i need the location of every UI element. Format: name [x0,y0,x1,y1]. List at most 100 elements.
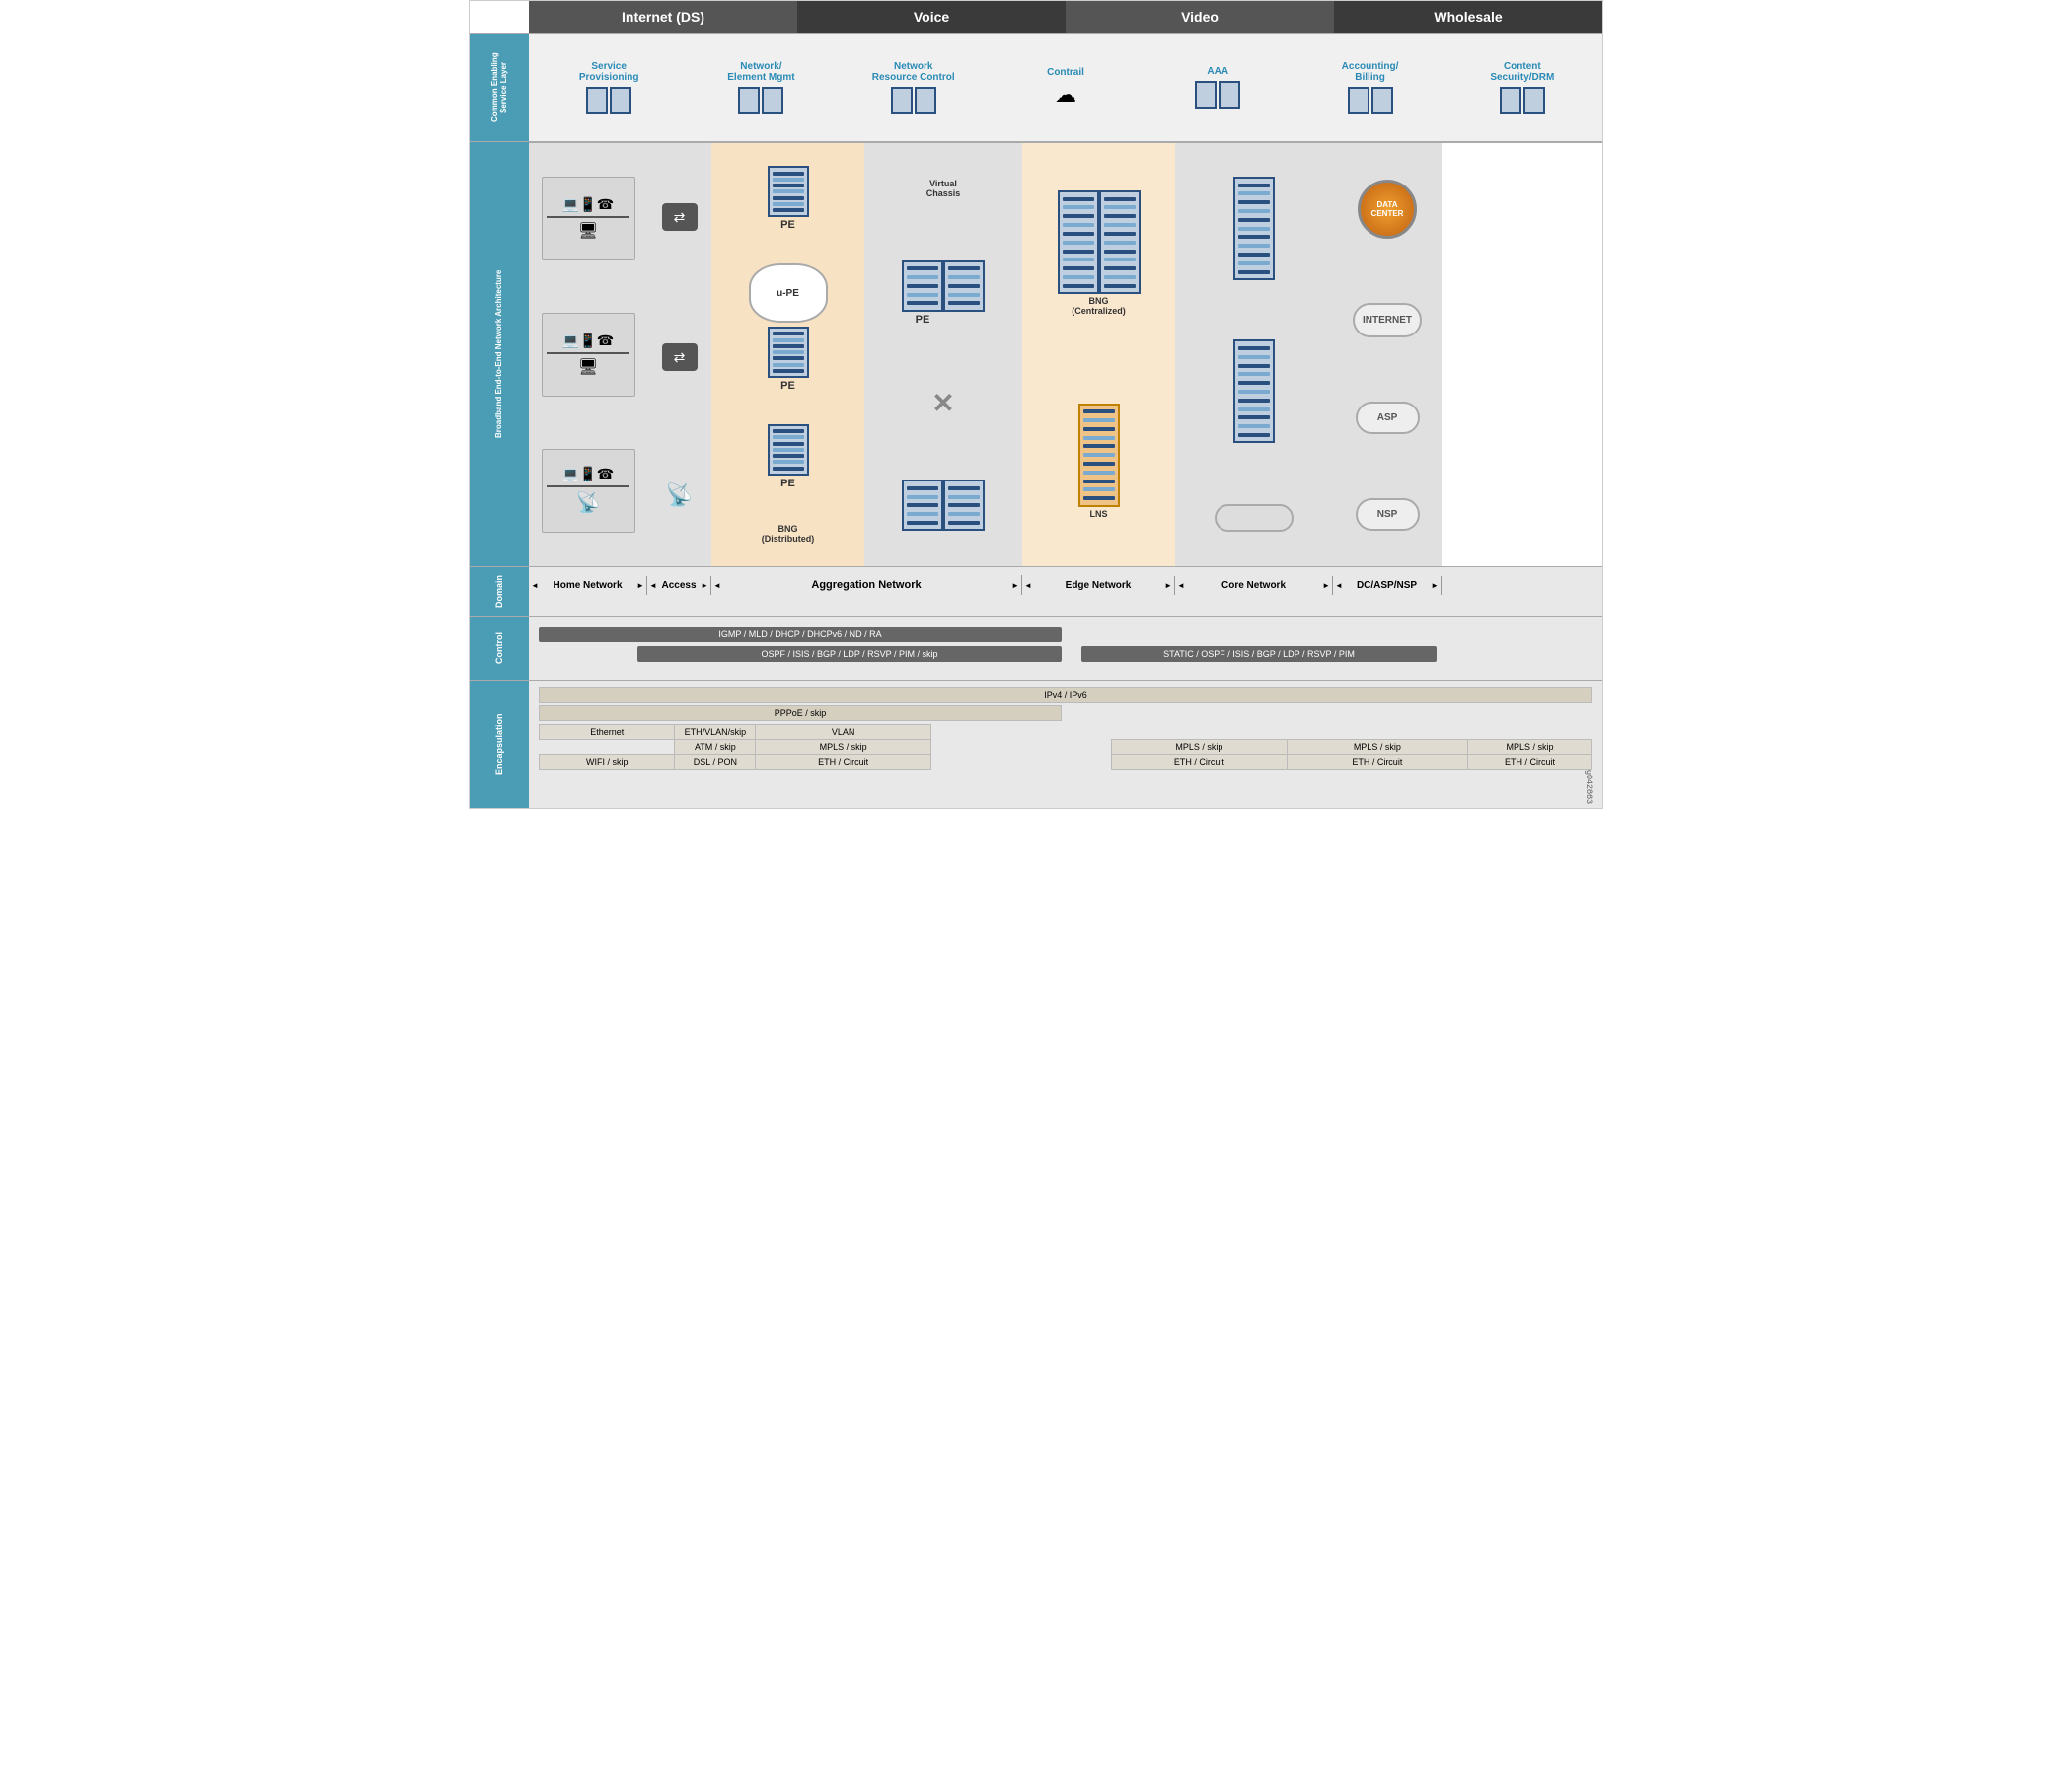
vc-pe-col: Virtual Chassis PE [864,143,1022,566]
cesl-network-element-mgmt: Network/ Element Mgmt [685,61,837,114]
bng-centralized-label: BNG (Centralized) [1072,296,1126,316]
access-switch-2: ⇄ [660,341,700,373]
cesl-nem-label: Network/ Element Mgmt [685,61,837,83]
domain-edge: ◄ Edge Network ► [1022,576,1175,595]
cesl-contrail-label: Contrail [990,67,1142,78]
agg-rack-1 [768,166,809,217]
encap-atm: ATM / skip [675,740,756,755]
header-voice: Voice [797,1,1066,33]
vc-rack-2 [943,260,985,312]
dc-col: DATA CENTER INTERNET ASP NSP [1333,143,1442,566]
vc-label: Virtual Chassis [926,179,961,198]
agg-rack-3 [768,424,809,476]
pppoe-bar: PPPoE / skip [539,705,1062,721]
core-cloud [1215,504,1294,532]
x-cross-icon: ✕ [931,390,954,417]
top-header: Internet (DS) Voice Video Wholesale [529,1,1602,33]
pe-label-3: PE [780,478,795,489]
domain-access: ◄ Access ► [647,576,711,595]
nsp-cloud: NSP [1356,498,1420,531]
encap-mpls-core: MPLS / skip [1287,740,1467,755]
edge-bng-rack-1 [1058,190,1099,294]
domain-label: Domain [470,567,529,616]
lns-group: LNS [1078,404,1120,519]
header-wholesale: Wholesale [1334,1,1602,33]
internet-cloud: INTERNET [1353,303,1422,337]
encap-row-2: ATM / skip MPLS / skip MPLS / skip MPLS … [540,740,1592,755]
encap-row-1: Ethernet ETH/VLAN/skip VLAN [540,725,1592,740]
cesl-row: Common EnablingService Layer Service Pro… [470,33,1602,141]
bng-distributed-label: BNG (Distributed) [762,524,815,544]
domain-segments: ◄ Home Network ► ◄ Access ► ◄ Aggreg [529,575,1602,595]
cesl-aaa: AAA [1142,66,1294,109]
cesl-content: Service Provisioning Network/ Element Mg… [529,34,1602,141]
figure-number: g042863 [1585,770,1594,804]
header-internet: Internet (DS) [529,1,797,33]
encap-mpls-dc: MPLS / skip [1467,740,1591,755]
access-dish: 📡 [666,482,693,508]
domain-dc: ◄ DC/ASP/NSP ► [1333,576,1442,595]
vc-servers-2 [902,480,985,531]
main-container: Internet (DS) Voice Video Wholesale Comm… [469,0,1603,809]
u-pe-label: u-PE [777,288,799,299]
agg-rack-2 [768,327,809,378]
vc-rack-3 [902,480,943,531]
u-pe-cloud: u-PE [749,263,828,323]
cesl-content-security: Content Security/DRM [1446,61,1598,114]
asp-cloud: ASP [1356,402,1420,434]
agg-pe-top: PE [768,166,809,233]
broadband-row: Broadband End-to-End Network Architectur… [470,141,1602,566]
encap-mpls-edge: MPLS / skip [1112,740,1288,755]
encap-vlan: VLAN [756,725,931,740]
cesl-cs-label: Content Security/DRM [1446,61,1598,83]
cesl-aaa-label: AAA [1142,66,1294,77]
aggregation-col: PE u-PE PE [711,143,864,566]
cesl-network-resource-control: Network Resource Control [838,61,990,114]
cesl-sp-label: Service Provisioning [533,61,685,83]
encap-eth-circuit-core: ETH / Circuit [1287,755,1467,770]
vc-rack-4 [943,480,985,531]
cesl-accounting-billing: Accounting/ Billing [1294,61,1445,114]
domain-content: ◄ Home Network ► ◄ Access ► ◄ Aggreg [529,567,1602,616]
access-col: ⇄ ⇄ 📡 [647,143,711,566]
control-row: Control IGMP / MLD / DHCP / DHCPv6 / ND … [470,616,1602,680]
u-pe-group: u-PE PE [749,263,828,394]
core-group-1 [1233,177,1275,280]
encapsulation-label: Encapsulation [470,681,529,808]
domain-row: Domain ◄ Home Network ► ◄ Access ► [470,566,1602,616]
control-bar-2: OSPF / ISIS / BGP / LDP / RSVP / PIM / s… [637,646,1062,662]
cesl-nrc-label: Network Resource Control [838,61,990,83]
encap-table: Ethernet ETH/VLAN/skip VLAN ATM / skip M… [539,724,1592,770]
pe-label-1: PE [780,219,795,231]
cesl-label: Common EnablingService Layer [470,34,529,141]
data-center-icon: DATA CENTER [1358,180,1417,239]
vc-servers: PE [902,260,985,328]
pe-label-2: PE [780,380,795,392]
broadband-content: 💻 📱 ☎ 🖥 💻 📱 ☎ 🖥 [529,142,1602,566]
edge-bng-group: BNG (Centralized) [1058,190,1141,316]
encap-eth-circuit-dc: ETH / Circuit [1467,755,1591,770]
access-switch-1: ⇄ [660,201,700,233]
control-bar-3: STATIC / OSPF / ISIS / BGP / LDP / RSVP … [1081,646,1437,662]
edge-col: BNG (Centralized) LNS [1022,143,1175,566]
core-rack-1 [1233,177,1275,280]
encap-eth-circuit-agg: ETH / Circuit [756,755,931,770]
broadband-label: Broadband End-to-End Network Architectur… [470,142,529,566]
encap-eth-vlan: ETH/VLAN/skip [675,725,756,740]
encap-mpls-agg: MPLS / skip [756,740,931,755]
control-label: Control [470,617,529,680]
home-device-1: 💻 📱 ☎ 🖥 [542,177,635,260]
encap-ethernet: Ethernet [540,725,675,740]
agg-pe-bottom: PE [768,424,809,491]
home-device-3: 💻 📱 ☎ 📡 [542,449,635,533]
vc-label-box: Virtual Chassis [926,179,961,198]
domain-core: ◄ Core Network ► [1175,576,1333,595]
encapsulation-content: IPv4 / IPv6 PPPoE / skip Ethernet ETH/VL… [529,681,1602,808]
header-video: Video [1066,1,1334,33]
encapsulation-row: Encapsulation IPv4 / IPv6 PPPoE / skip E… [470,680,1602,808]
home-device-2: 💻 📱 ☎ 🖥 [542,313,635,397]
core-group-2 [1233,339,1275,443]
encap-wifi: WIFI / skip [540,755,675,770]
cesl-ab-label: Accounting/ Billing [1294,61,1445,83]
domain-aggregation: ◄ Aggregation Network ► [711,575,1022,595]
